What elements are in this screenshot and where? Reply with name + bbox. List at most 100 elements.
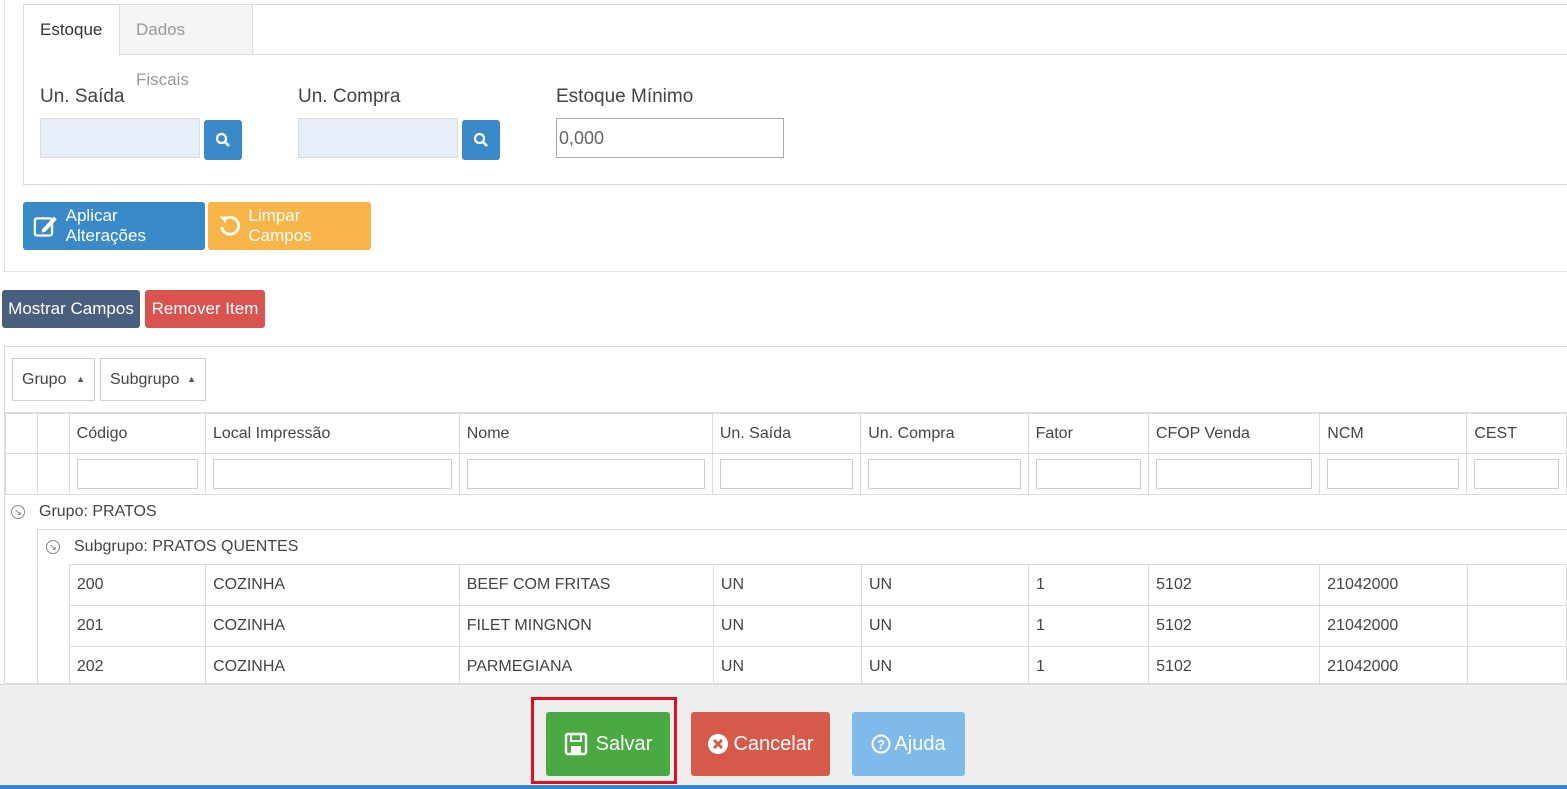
tab-container: Estoque Dados Fiscais Un. Saída Un. Comp… [23,4,1567,185]
filter-local-input[interactable] [212,459,452,489]
salvar-highlight-frame [531,697,677,784]
group-chip-label: Grupo [22,371,67,388]
filter-cell [1466,453,1567,495]
group-bar: Grupo ▲ Subgrupo ▲ [5,347,1567,413]
filter-ncm-input[interactable] [1327,459,1460,489]
col-fator[interactable]: Fator [1027,413,1149,454]
cell-fator: 1 [1027,564,1150,606]
filter-cell [458,453,713,495]
filter-row [5,453,1567,495]
col-un-compra[interactable]: Un. Compra [860,413,1029,454]
cell-cest [1466,646,1567,683]
tab-estoque[interactable]: Estoque [24,5,120,56]
col-un-saida[interactable]: Un. Saída [711,413,862,454]
aplicar-alteracoes-button[interactable]: Aplicar Alterações [23,202,205,250]
cell-nome: BEEF COM FRITAS [458,564,714,606]
cell-fator: 1 [1027,646,1150,683]
cell-un-saida: UN [712,564,863,606]
collapse-icon[interactable]: ↘ [46,540,60,554]
stock-panel: Estoque Dados Fiscais Un. Saída Un. Comp… [4,0,1567,272]
collapse-icon[interactable]: ↘ [11,505,25,519]
cancelar-label: Cancelar [733,732,814,755]
un-compra-label: Un. Compra [298,86,401,107]
limpar-campos-label: Limpar Campos [248,206,312,245]
filter-un-saida-input[interactable] [719,459,854,489]
cell-un-compra: UN [861,605,1029,647]
filter-cell [1319,453,1468,495]
filter-cell [68,453,206,495]
limpar-campos-button[interactable]: Limpar Campos [208,202,371,250]
col-codigo[interactable]: Código [68,413,206,454]
estoque-minimo-label: Estoque Mínimo [556,86,694,107]
subgroup-label: Subgrupo: PRATOS QUENTES [74,538,299,555]
filter-nome-input[interactable] [466,459,705,489]
cell-un-compra: UN [861,646,1029,683]
cell-cest [1466,605,1567,647]
header-row: Código Local Impressão Nome Un. Saída Un… [5,413,1567,454]
group-chip-grupo[interactable]: Grupo ▲ [12,358,95,401]
un-saida-input[interactable] [40,118,200,158]
filter-cell-blank [36,453,70,495]
cell-un-saida: UN [712,646,863,683]
grid-table: Código Local Impressão Nome Un. Saída Un… [5,413,1567,495]
cell-local: COZINHA [205,646,460,683]
group-chip-label: Subgrupo [110,371,180,388]
table-row[interactable]: 202 COZINHA PARMEGIANA UN UN 1 5102 2104… [37,646,1567,683]
footer-accent-line [0,785,1567,789]
cell-cest [1466,564,1567,606]
edit-icon [33,216,57,237]
cancelar-button[interactable]: Cancelar [691,712,830,776]
items-grid: Grupo ▲ Subgrupo ▲ Código Local Impressã… [4,346,1567,684]
tab-dados-fiscais[interactable]: Dados Fiscais [120,5,253,89]
filter-cell-blank [5,453,38,495]
row-spacer [37,605,70,647]
search-icon [215,132,230,147]
group-chip-subgrupo[interactable]: Subgrupo ▲ [100,358,206,401]
remover-item-button[interactable]: Remover Item [145,290,265,328]
filter-cell [860,453,1029,495]
filter-codigo-input[interactable] [76,459,198,489]
cell-fator: 1 [1027,605,1150,647]
data-table: 200 COZINHA BEEF COM FRITAS UN UN 1 5102… [37,564,1567,683]
subgroup-row-pratos-quentes[interactable]: ↘ Subgrupo: PRATOS QUENTES [37,529,1567,564]
col-local-impressao[interactable]: Local Impressão [204,413,460,454]
tab-strip: Estoque Dados Fiscais [24,5,1567,89]
cell-nome: PARMEGIANA [458,646,714,683]
cell-codigo: 202 [68,646,207,683]
un-compra-input[interactable] [298,118,458,158]
col-nome[interactable]: Nome [458,413,713,454]
cell-cfop: 5102 [1148,646,1321,683]
filter-cell [1027,453,1149,495]
filter-un-compra-input[interactable] [868,459,1021,489]
cancel-circle-icon [708,734,729,754]
estoque-minimo-input[interactable] [556,118,784,158]
svg-text:?: ? [877,737,885,752]
filter-fator-input[interactable] [1035,459,1141,489]
filter-cfop-input[interactable] [1155,459,1313,489]
cell-cfop: 5102 [1148,564,1321,606]
cell-un-compra: UN [861,564,1029,606]
col-cest[interactable]: CEST [1466,413,1567,454]
col-ncm[interactable]: NCM [1319,413,1468,454]
table-row[interactable]: 200 COZINHA BEEF COM FRITAS UN UN 1 5102… [37,564,1567,606]
ajuda-button[interactable]: ? Ajuda [852,712,965,776]
table-row[interactable]: 201 COZINHA FILET MINGNON UN UN 1 5102 2… [37,605,1567,647]
ajuda-label: Ajuda [894,732,946,755]
group-label: Grupo: PRATOS [39,503,157,520]
mostrar-campos-button[interactable]: Mostrar Campos [2,290,140,328]
search-icon [473,132,488,147]
filter-cest-input[interactable] [1474,459,1559,489]
header-cell-blank [36,413,70,454]
group-row-pratos[interactable]: ↘ Grupo: PRATOS [5,494,1567,529]
cell-codigo: 201 [68,605,207,647]
cell-un-saida: UN [712,605,863,647]
cell-ncm: 21042000 [1319,646,1468,683]
cell-ncm: 21042000 [1319,564,1468,606]
cell-local: COZINHA [205,564,460,606]
un-saida-label: Un. Saída [40,86,125,107]
form-footer: Salvar Cancelar ? Ajuda [0,684,1567,789]
col-cfop-venda[interactable]: CFOP Venda [1147,413,1321,454]
un-saida-search-button[interactable] [204,120,242,160]
cell-cfop: 5102 [1148,605,1321,647]
un-compra-search-button[interactable] [462,120,500,160]
